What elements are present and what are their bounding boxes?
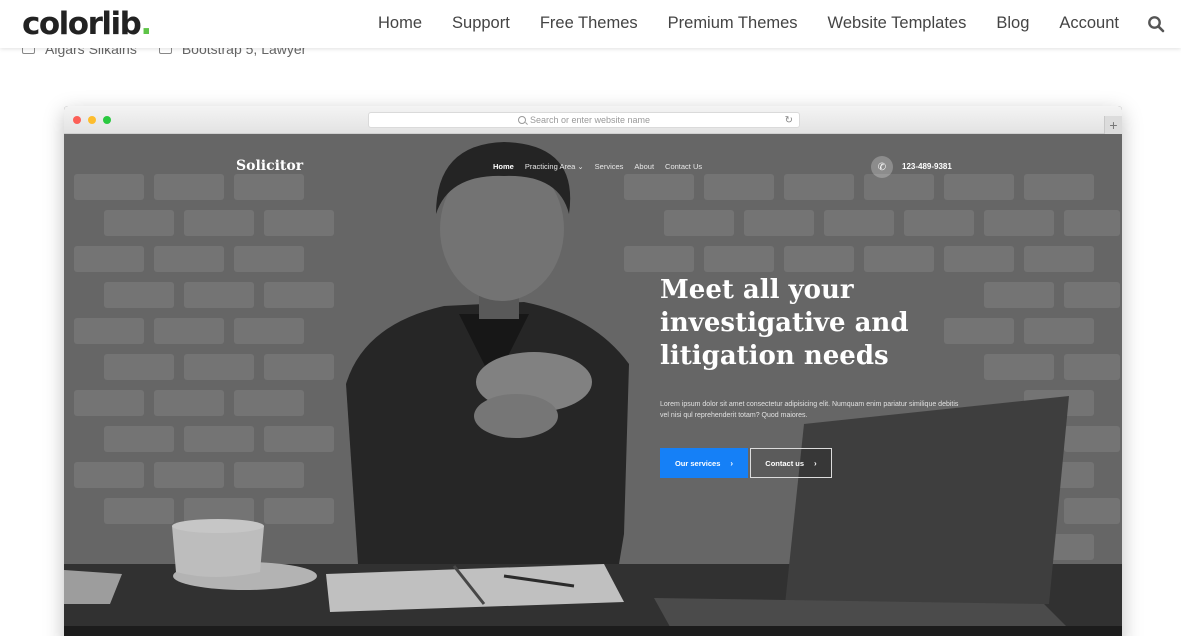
nav-premium-themes[interactable]: Premium Themes (668, 14, 798, 33)
template-nav: Home Practicing Area ⌄ Services About Co… (493, 162, 713, 171)
browser-titlebar: Search or enter website name ↻ + (64, 106, 1122, 134)
template-nav-services[interactable]: Services (595, 162, 624, 171)
new-tab-icon: + (1104, 116, 1122, 134)
phone-icon: ✆ (871, 156, 893, 178)
site-header: colorlib. Home Support Free Themes Premi… (0, 0, 1181, 48)
main-nav: Home Support Free Themes Premium Themes … (348, 14, 1119, 33)
hero-bottom-strip (64, 626, 1122, 636)
contact-us-button[interactable]: Contact us › (750, 448, 832, 478)
nav-account[interactable]: Account (1059, 14, 1119, 33)
address-placeholder: Search or enter website name (529, 115, 651, 125)
chevron-right-icon: › (814, 458, 817, 468)
template-hero: Solicitor Home Practicing Area ⌄ Service… (64, 134, 1122, 636)
contact-us-label: Contact us (765, 458, 805, 468)
maximize-dot-icon (103, 116, 111, 124)
template-nav-practicing-area[interactable]: Practicing Area ⌄ (525, 162, 584, 171)
phone-number: 123-489-9381 (902, 162, 952, 171)
nav-free-themes[interactable]: Free Themes (540, 14, 638, 33)
close-dot-icon (73, 116, 81, 124)
search-icon[interactable] (1147, 15, 1165, 33)
logo-dot: . (140, 6, 152, 42)
colorlib-logo[interactable]: colorlib. (22, 6, 152, 42)
our-services-label: Our services (674, 458, 721, 468)
template-nav-home[interactable]: Home (493, 162, 514, 171)
search-icon (517, 116, 526, 124)
our-services-button[interactable]: Our services › (660, 448, 748, 478)
template-brand[interactable]: Solicitor (236, 158, 303, 174)
hero-description: Lorem ipsum dolor sit amet consectetur a… (660, 401, 959, 419)
chevron-right-icon: › (730, 458, 734, 468)
logo-text: colorlib (22, 6, 142, 42)
template-nav-about[interactable]: About (634, 162, 654, 171)
nav-blog[interactable]: Blog (996, 14, 1029, 33)
nav-home[interactable]: Home (378, 14, 422, 33)
template-nav-contact[interactable]: Contact Us (665, 162, 702, 171)
minimize-dot-icon (88, 116, 96, 124)
hero-title: Meet all your investigative and litigati… (660, 275, 909, 371)
hero-overlay (64, 134, 1122, 636)
address-bar: Search or enter website name ↻ (368, 112, 800, 128)
nav-website-templates[interactable]: Website Templates (828, 14, 967, 33)
reload-icon: ↻ (784, 115, 793, 126)
browser-mockup: Search or enter website name ↻ + Solicit… (64, 106, 1122, 636)
nav-support[interactable]: Support (452, 14, 510, 33)
